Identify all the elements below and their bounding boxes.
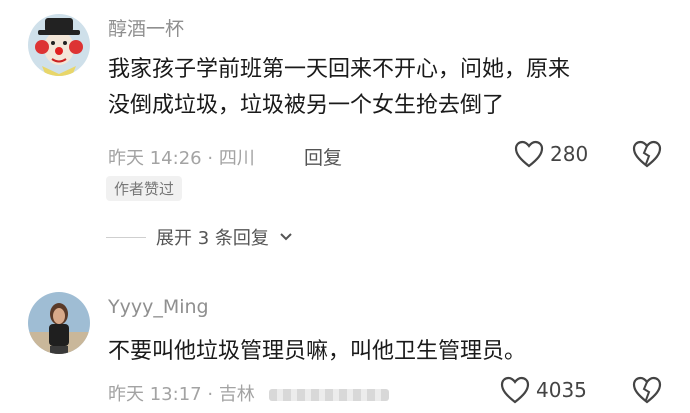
like-count: 4035 [536, 378, 587, 402]
avatar[interactable] [28, 292, 90, 354]
clown-avatar-icon [28, 14, 90, 76]
author-liked-badge: 作者赞过 [106, 176, 183, 201]
broken-heart-icon [632, 376, 662, 404]
dislike-button[interactable] [632, 376, 662, 408]
comment-location: 吉林 [218, 384, 255, 405]
heart-icon [514, 140, 544, 168]
comment-time: 昨天 14:26 [108, 148, 202, 169]
dislike-button[interactable] [632, 140, 662, 172]
person-avatar-icon [28, 292, 90, 354]
comment-username[interactable]: 醇酒一杯 [108, 14, 184, 41]
comment-username[interactable]: Yyyy_Ming [108, 296, 209, 318]
comment-time: 昨天 13:17 [108, 384, 202, 405]
avatar[interactable] [28, 14, 90, 76]
comment-text-line: 没倒成垃圾，垃圾被另一个女生抢去倒了 [108, 93, 505, 118]
comment-meta: 昨天 14:26 · 四川 [108, 144, 255, 170]
divider-line [106, 236, 146, 238]
heart-icon [500, 376, 530, 404]
expand-replies-button[interactable]: 展开 3 条回复 [106, 224, 293, 250]
broken-heart-icon [632, 140, 662, 168]
meta-separator: · [207, 384, 214, 405]
comment-text-line: 不要叫他垃圾管理员嘛，叫他卫生管理员。 [108, 339, 527, 364]
like-button[interactable]: 280 [514, 140, 588, 168]
meta-separator: · [207, 148, 214, 169]
expand-replies-label: 展开 3 条回复 [156, 228, 269, 249]
blurred-watermark [268, 389, 389, 401]
comment-location: 四川 [218, 148, 255, 169]
like-button[interactable]: 4035 [500, 376, 587, 404]
chevron-down-icon [280, 233, 292, 241]
like-count: 280 [550, 142, 589, 166]
comment-text: 我家孩子学前班第一天回来不开心，问她，原来 没倒成垃圾，垃圾被另一个女生抢去倒了 [108, 52, 668, 124]
comment-text-line: 我家孩子学前班第一天回来不开心，问她，原来 [108, 57, 571, 82]
reply-button[interactable]: 回复 [304, 143, 342, 170]
comment-meta: 昨天 13:17 · 吉林 [108, 380, 389, 406]
comment-text: 不要叫他垃圾管理员嘛，叫他卫生管理员。 [108, 334, 668, 370]
